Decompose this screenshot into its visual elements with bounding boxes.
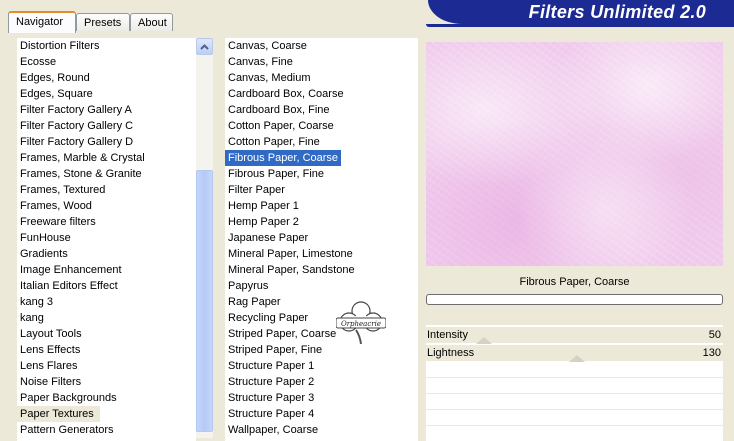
category-item[interactable]: Edges, Round <box>17 70 196 86</box>
slider-value: 130 <box>702 347 721 359</box>
category-item[interactable]: Layout Tools <box>17 326 196 342</box>
slider-intensity[interactable]: Intensity 50 <box>426 327 723 344</box>
filter-item[interactable]: Structure Paper 2 <box>225 374 418 390</box>
category-item[interactable]: Paper Backgrounds <box>17 390 196 406</box>
filter-item[interactable]: Fibrous Paper, Fine <box>225 166 418 182</box>
filter-item[interactable]: Striped Paper, Coarse <box>225 326 418 342</box>
category-item[interactable]: Filter Factory Gallery D <box>17 134 196 150</box>
scroll-thumb[interactable] <box>196 170 213 432</box>
title-banner: Filters Unlimited 2.0 <box>428 0 734 24</box>
empty-slider-divider <box>426 377 723 378</box>
filter-item[interactable]: Recycling Paper <box>225 310 418 326</box>
app-title: Filters Unlimited 2.0 <box>528 2 706 22</box>
filter-item[interactable]: Structure Paper 1 <box>225 358 418 374</box>
filter-item[interactable]: Cotton Paper, Fine <box>225 134 418 150</box>
filter-item[interactable]: Filter Paper <box>225 182 418 198</box>
empty-slider-divider <box>426 393 723 394</box>
chevron-up-icon <box>200 43 209 50</box>
category-item[interactable]: Edges, Square <box>17 86 196 102</box>
category-item[interactable]: Noise Filters <box>17 374 196 390</box>
empty-slider-divider <box>426 409 723 410</box>
filter-item[interactable]: Fibrous Paper, Coarse <box>225 150 342 166</box>
filter-item[interactable]: Cardboard Box, Fine <box>225 102 418 118</box>
filter-item[interactable]: Structure Paper 3 <box>225 390 418 406</box>
preview-filter-name: Fibrous Paper, Coarse <box>519 276 630 288</box>
category-list-panel: Distortion Filters Ecosse Edges, Round Edge… <box>17 38 196 441</box>
filter-item[interactable]: Cotton Paper, Coarse <box>225 118 418 134</box>
filter-item[interactable]: Japanese Paper <box>225 230 418 246</box>
slider-label: Intensity <box>427 329 468 341</box>
preview-image <box>426 42 723 266</box>
slider-label: Lightness <box>427 347 475 359</box>
scroll-up-button[interactable] <box>196 38 213 55</box>
category-item[interactable]: Frames, Marble & Crystal <box>17 150 196 166</box>
tab-about[interactable]: About <box>130 13 173 31</box>
filter-list: Canvas, Coarse Canvas, Fine Canvas, Medium… <box>225 38 418 438</box>
filter-item[interactable]: Canvas, Coarse <box>225 38 418 54</box>
filter-item[interactable]: Canvas, Medium <box>225 70 418 86</box>
filter-item[interactable]: Hemp Paper 1 <box>225 198 418 214</box>
category-item[interactable]: kang <box>17 310 196 326</box>
filter-item[interactable]: Mineral Paper, Limestone <box>225 246 418 262</box>
category-item[interactable]: Image Enhancement <box>17 262 196 278</box>
filter-item[interactable]: Mineral Paper, Sandstone <box>225 262 418 278</box>
category-item[interactable]: Distortion Filters <box>17 38 196 54</box>
filter-item[interactable]: Wallpaper, Coarse <box>225 422 418 438</box>
category-item[interactable]: FunHouse <box>17 230 196 246</box>
category-item[interactable]: Frames, Wood <box>17 198 196 214</box>
category-item[interactable]: Freeware filters <box>17 214 196 230</box>
filter-item[interactable]: Structure Paper 4 <box>225 406 418 422</box>
category-item[interactable]: Ecosse <box>17 54 196 70</box>
category-item[interactable]: Gradients <box>17 246 196 262</box>
progress-bar <box>426 294 723 305</box>
category-item[interactable]: Pattern Generators <box>17 422 196 438</box>
slider-thumb[interactable] <box>569 355 586 362</box>
filter-item[interactable]: Striped Paper, Fine <box>225 342 418 358</box>
category-item[interactable]: Italian Editors Effect <box>17 278 196 294</box>
category-item[interactable]: Paper Textures <box>17 406 100 422</box>
empty-slider-divider <box>426 425 723 426</box>
category-item[interactable]: Filter Factory Gallery A <box>17 102 196 118</box>
category-item[interactable]: Filter Factory Gallery C <box>17 118 196 134</box>
filter-item[interactable]: Cardboard Box, Coarse <box>225 86 418 102</box>
category-item[interactable]: Frames, Textured <box>17 182 196 198</box>
filter-list-panel: Canvas, Coarse Canvas, Fine Canvas, Medium… <box>225 38 418 441</box>
slider-thumb[interactable] <box>476 337 493 344</box>
category-scrollbar[interactable] <box>196 38 213 438</box>
banner-stripe <box>426 24 734 27</box>
category-item[interactable]: Lens Flares <box>17 358 196 374</box>
filter-item[interactable]: Rag Paper <box>225 294 418 310</box>
filter-item[interactable]: Papyrus <box>225 278 418 294</box>
filter-item[interactable]: Hemp Paper 2 <box>225 214 418 230</box>
slider-panel: Intensity 50 Lightness 130 <box>426 325 723 441</box>
category-item[interactable]: Frames, Stone & Granite <box>17 166 196 182</box>
clover-watermark-logo: Orpheacrie <box>336 301 386 345</box>
category-list: Distortion Filters Ecosse Edges, Round Edge… <box>17 38 196 438</box>
category-item[interactable]: kang 3 <box>17 294 196 310</box>
filter-item[interactable]: Canvas, Fine <box>225 54 418 70</box>
tab-presets[interactable]: Presets <box>76 13 130 31</box>
tab-navigator[interactable]: Navigator <box>8 11 76 33</box>
watermark-text: Orpheacrie <box>341 320 381 328</box>
slider-value: 50 <box>708 329 721 341</box>
slider-lightness[interactable]: Lightness 130 <box>426 345 723 362</box>
category-item[interactable]: Lens Effects <box>17 342 196 358</box>
